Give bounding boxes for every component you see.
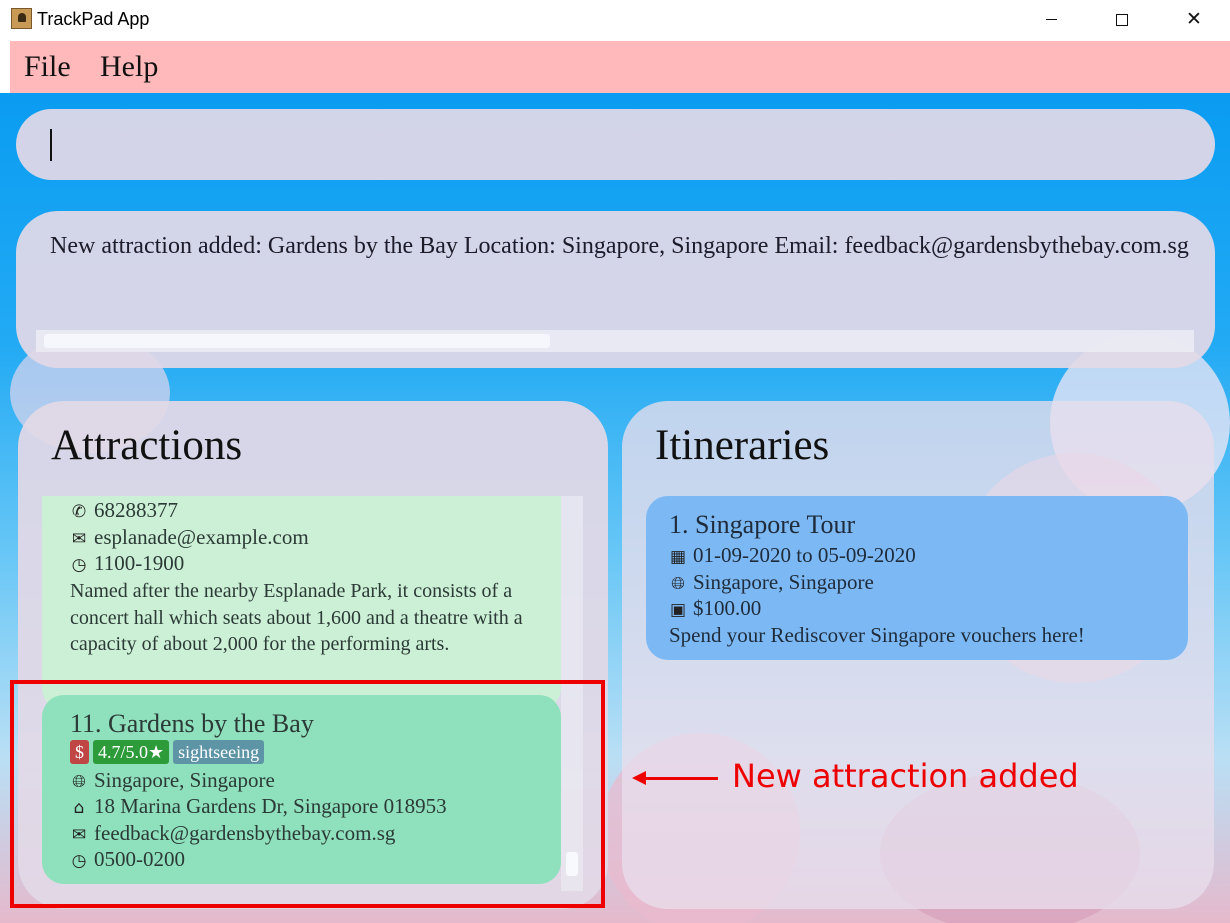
email-icon: ✉ [71, 529, 87, 549]
menu-file[interactable]: File [24, 50, 71, 84]
globe-icon: 🌐︎ [671, 574, 685, 594]
menu-help[interactable]: Help [100, 50, 158, 84]
attraction-description: Named after the nearby Esplanade Park, i… [70, 580, 523, 655]
itineraries-panel: Itineraries 1. Singapore Tour ▦ 01-09-202… [622, 401, 1214, 909]
budget-text: $100.00 [693, 596, 762, 620]
minimize-button[interactable] [1031, 6, 1071, 34]
phone-text: 68288377 [94, 498, 178, 522]
command-input[interactable] [16, 109, 1215, 180]
email-row: ✉ esplanade@example.com [70, 525, 309, 550]
window-title: TrackPad App [37, 9, 150, 29]
horizontal-scroll-thumb[interactable] [44, 334, 550, 348]
dates-text: 01-09-2020 to 05-09-2020 [693, 543, 916, 567]
close-icon: ✕ [1186, 9, 1202, 30]
title-bar: TrackPad App ✕ [0, 0, 1230, 41]
text-caret [50, 129, 52, 161]
phone-icon: ✆ [71, 502, 87, 522]
hours-row: ◷ 1100-1900 [70, 551, 185, 576]
maximize-button[interactable] [1102, 6, 1142, 34]
highlight-box [10, 680, 605, 908]
annotation-label: New attraction added [732, 757, 1079, 795]
menu-bar: File Help [10, 41, 1230, 93]
result-text: New attraction added: Gardens by the Bay… [50, 233, 1189, 259]
itinerary-description: Spend your Rediscover Singapore vouchers… [669, 623, 1085, 647]
money-icon: ▣ [669, 600, 687, 620]
itinerary-card[interactable]: 1. Singapore Tour ▦ 01-09-2020 to 05-09-2… [646, 496, 1188, 660]
annotation-arrow [640, 777, 718, 780]
email-text: esplanade@example.com [94, 525, 309, 549]
itineraries-heading: Itineraries [655, 422, 830, 469]
hours-text: 1100-1900 [94, 551, 185, 575]
budget-row: ▣ $100.00 [669, 596, 761, 621]
location-text: Singapore, Singapore [693, 570, 874, 594]
phone-row: ✆ 68288377 [70, 498, 178, 523]
location-row: 🌐︎ Singapore, Singapore [669, 570, 874, 595]
arrow-head-icon [632, 771, 646, 785]
app-icon [11, 8, 32, 29]
itinerary-title: 1. Singapore Tour [669, 510, 856, 539]
close-button[interactable]: ✕ [1174, 6, 1214, 34]
calendar-icon: ▦ [669, 547, 687, 567]
maximize-icon [1116, 13, 1128, 26]
clock-icon: ◷ [71, 555, 87, 575]
result-display: New attraction added: Gardens by the Bay… [16, 211, 1215, 368]
attraction-card[interactable]: ✆ 68288377 ✉ esplanade@example.com ◷ 1100-1… [42, 496, 561, 710]
dates-row: ▦ 01-09-2020 to 05-09-2020 [669, 543, 916, 568]
minimize-icon [1045, 19, 1057, 21]
attractions-heading: Attractions [51, 422, 243, 469]
